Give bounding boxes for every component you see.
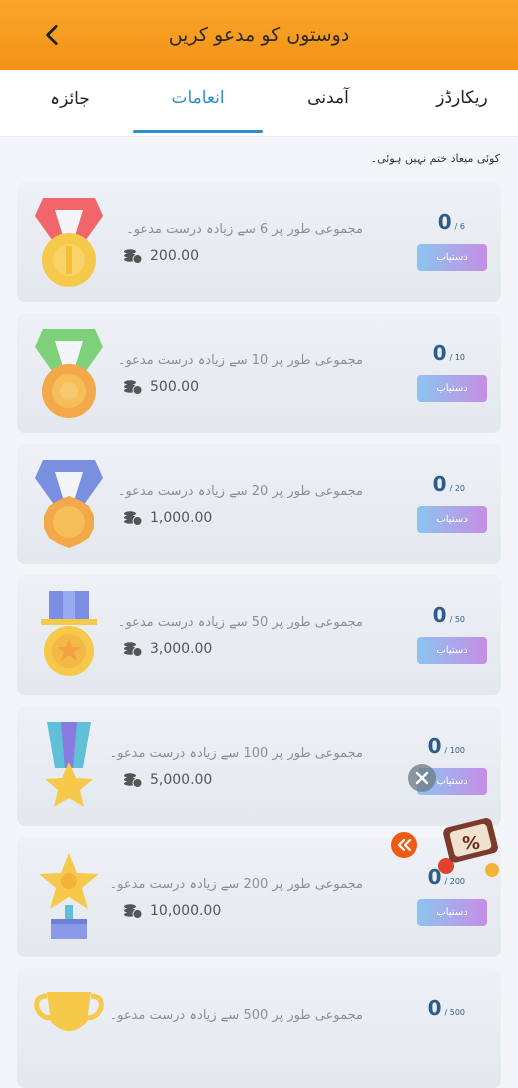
- coin-stack-icon: [124, 249, 143, 264]
- progress-current: 0: [437, 210, 452, 234]
- reward-amount-row: 10,000.00: [123, 903, 221, 919]
- reward-amount: 200.00: [150, 248, 199, 264]
- invite-progress: 0 / 500: [428, 996, 465, 1020]
- reward-description: مجموعی طور پر 200 سے زیادہ درست مدعو۔: [109, 877, 363, 892]
- invite-progress: 0 / 6: [438, 210, 465, 234]
- close-promo-button[interactable]: [408, 764, 436, 792]
- tab-rewards[interactable]: انعامات: [163, 88, 233, 108]
- reward-description: مجموعی طور پر 500 سے زیادہ درست مدعو۔: [109, 1008, 363, 1023]
- progress-current: 0: [427, 996, 442, 1020]
- expand-promo-button[interactable]: [391, 832, 417, 858]
- claim-button[interactable]: دستیاب: [417, 506, 487, 533]
- progress-total: / 100: [444, 746, 465, 755]
- tab-earnings[interactable]: آمدنی: [296, 88, 360, 108]
- double-chevron-left-icon: [397, 838, 412, 852]
- progress-total: / 50: [449, 615, 465, 624]
- reward-amount-row: 3,000.00: [123, 641, 212, 657]
- expiry-notice: کوئی میعاد ختم نہیں ہوئی۔: [370, 152, 500, 165]
- discount-promo-icon[interactable]: %: [432, 810, 510, 880]
- reward-card: مجموعی طور پر 200 سے زیادہ درست مدعو۔ 10…: [17, 837, 501, 957]
- active-tab-indicator: [133, 130, 263, 133]
- reward-description: مجموعی طور پر 6 سے زیادہ درست مدعو۔: [126, 222, 363, 237]
- claim-button[interactable]: دستیاب: [417, 899, 487, 926]
- progress-current: 0: [432, 603, 447, 627]
- reward-card: مجموعی طور پر 20 سے زیادہ درست مدعو۔ 1,0…: [17, 444, 501, 564]
- star-ribbon-medal-icon: [45, 722, 93, 807]
- coin-stack-icon: [124, 380, 143, 395]
- invite-progress: 0 / 20: [433, 472, 465, 496]
- reward-amount-row: 200.00: [123, 248, 199, 264]
- header-bar: دوستوں کو مدعو کریں: [0, 0, 518, 70]
- reward-description: مجموعی طور پر 20 سے زیادہ درست مدعو۔: [117, 484, 363, 499]
- page-title: دوستوں کو مدعو کریں: [168, 24, 350, 46]
- tab-overview[interactable]: جائزہ: [38, 88, 102, 109]
- claim-button[interactable]: دستیاب: [417, 375, 487, 402]
- star-medal-icon: [41, 591, 97, 676]
- reward-card: مجموعی طور پر 500 سے زیادہ درست مدعو۔ 0 …: [17, 968, 501, 1088]
- reward-amount: 10,000.00: [150, 903, 222, 919]
- reward-amount-row: 5,000.00: [123, 772, 212, 788]
- coin-stack-icon: [124, 642, 143, 657]
- reward-description: مجموعی طور پر 50 سے زیادہ درست مدعو۔: [117, 615, 363, 630]
- invite-progress: 0 / 10: [433, 341, 465, 365]
- progress-current: 0: [427, 734, 442, 758]
- progress-total: / 20: [449, 484, 465, 493]
- claim-button[interactable]: دستیاب: [417, 244, 487, 271]
- progress-total: / 500: [444, 1008, 465, 1017]
- svg-text:%: %: [462, 833, 480, 854]
- gold-cup-trophy-icon: [34, 992, 104, 1031]
- green-ribbon-gold-medal-icon: [35, 329, 103, 418]
- reward-amount-row: 500.00: [123, 379, 199, 395]
- coin-stack-icon: [124, 511, 143, 526]
- reward-amount-row: 1,000.00: [123, 510, 212, 526]
- progress-total: / 10: [449, 353, 465, 362]
- claim-button[interactable]: دستیاب: [417, 637, 487, 664]
- reward-amount: 3,000.00: [150, 641, 213, 657]
- tab-bar: ریکارڈز آمدنی انعامات جائزہ: [0, 70, 518, 137]
- coin-stack-icon: [124, 773, 143, 788]
- progress-total: / 6: [454, 222, 465, 231]
- reward-amount: 500.00: [150, 379, 199, 395]
- coin-stack-icon: [124, 904, 143, 919]
- star-trophy-icon: [39, 853, 99, 939]
- reward-card: مجموعی طور پر 6 سے زیادہ درست مدعو۔ 200.…: [17, 182, 501, 302]
- progress-current: 0: [432, 472, 447, 496]
- reward-amount: 1,000.00: [150, 510, 213, 526]
- invite-progress: 0 / 100: [428, 734, 465, 758]
- back-arrow-icon[interactable]: [40, 22, 66, 48]
- progress-current: 0: [432, 341, 447, 365]
- reward-amount: 5,000.00: [150, 772, 213, 788]
- red-ribbon-gold-medal-icon: [35, 198, 103, 287]
- invite-progress: 0 / 50: [433, 603, 465, 627]
- close-icon: [415, 771, 429, 785]
- tab-records[interactable]: ریکارڈز: [430, 88, 494, 108]
- reward-card: مجموعی طور پر 50 سے زیادہ درست مدعو۔ 3,0…: [17, 575, 501, 695]
- reward-description: مجموعی طور پر 10 سے زیادہ درست مدعو۔: [117, 353, 363, 368]
- reward-card: مجموعی طور پر 10 سے زیادہ درست مدعو۔ 500…: [17, 313, 501, 433]
- blue-ribbon-gold-medal-icon: [35, 460, 103, 548]
- reward-description: مجموعی طور پر 100 سے زیادہ درست مدعو۔: [109, 746, 363, 761]
